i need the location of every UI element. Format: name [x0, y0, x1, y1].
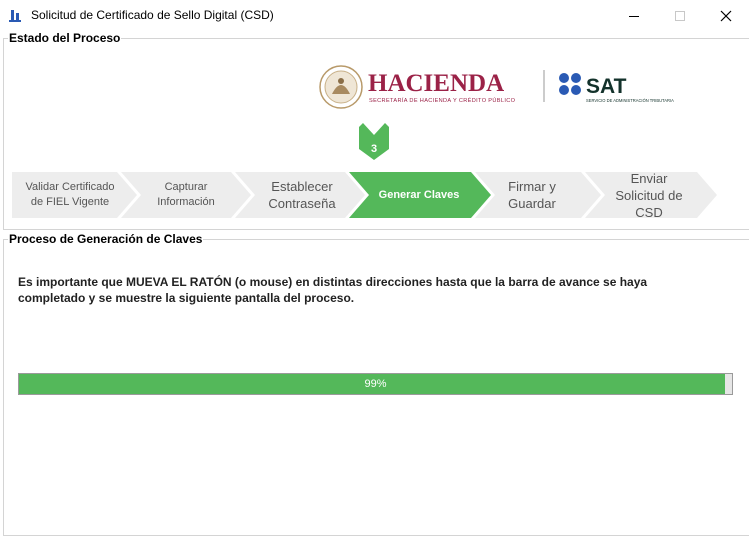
- step-establecer-contrasena: Establecer Contraseña: [253, 172, 351, 217]
- window-title: Solicitud de Certificado de Sello Digita…: [31, 8, 274, 22]
- process-status-label: Estado del Proceso: [8, 31, 122, 45]
- close-button[interactable]: [703, 0, 749, 31]
- maximize-button[interactable]: [657, 0, 703, 31]
- close-icon: [720, 10, 732, 21]
- step-validar-certificado: Validar Certificado de FIEL Vigente: [16, 172, 124, 217]
- app-icon: [9, 10, 21, 22]
- step-3-line-2: Contraseña: [268, 195, 336, 211]
- step-5-line-2: Guardar: [508, 195, 556, 211]
- minimize-button[interactable]: [611, 0, 657, 31]
- step-2-line-2: Información: [157, 195, 215, 208]
- step-enviar-solicitud: Enviar Solicitud de CSD: [599, 168, 699, 222]
- step-6-line-2: Solicitud de: [615, 187, 683, 203]
- sat-logo-text: SAT: [586, 75, 627, 98]
- step-2-line-1: Capturar: [164, 180, 208, 193]
- key-generation-progress-bar: 99%: [18, 373, 733, 395]
- sat-subtitle-text: SERVICIO DE ADMINISTRACIÓN TRIBUTARIA: [586, 98, 674, 103]
- title-bar: Solicitud de Certificado de Sello Digita…: [0, 0, 749, 31]
- maximize-icon: [675, 10, 685, 21]
- keygen-section-label: Proceso de Generación de Claves: [8, 232, 204, 246]
- step-5-line-1: Firmar y: [508, 178, 556, 194]
- progress-percent-label: 99%: [364, 378, 387, 390]
- hacienda-logo-text: HACIENDA: [368, 70, 504, 97]
- step-1-line-2: de FIEL Vigente: [30, 195, 110, 208]
- logo-graphic: HACIENDA SECRETARÍA DE HACIENDA Y CRÉDIT…: [319, 65, 674, 109]
- step-3-line-1: Establecer: [271, 178, 333, 194]
- current-step-number: 3: [371, 143, 377, 155]
- step-6-line-1: Enviar: [630, 170, 668, 186]
- national-seal-icon: [319, 65, 363, 109]
- hacienda-subtitle-text: SECRETARÍA DE HACIENDA Y CRÉDITO PÚBLICO: [369, 97, 516, 104]
- minimize-icon: [629, 15, 639, 17]
- mouse-move-instruction: Es importante que MUEVA EL RATÓN (o mous…: [18, 275, 648, 305]
- step-1-line-1: Validar Certificado: [25, 180, 115, 193]
- step-firmar-guardar: Firmar y Guardar: [490, 172, 574, 217]
- step-capturar-informacion: Capturar Información: [139, 172, 233, 217]
- government-logos: HACIENDA SECRETARÍA DE HACIENDA Y CRÉDIT…: [318, 64, 708, 110]
- sat-dots-icon: [559, 73, 581, 95]
- step-6-line-3: CSD: [635, 204, 663, 220]
- step-generar-claves: Generar Claves: [369, 172, 469, 217]
- step-4-line-1: Generar Claves: [378, 188, 460, 201]
